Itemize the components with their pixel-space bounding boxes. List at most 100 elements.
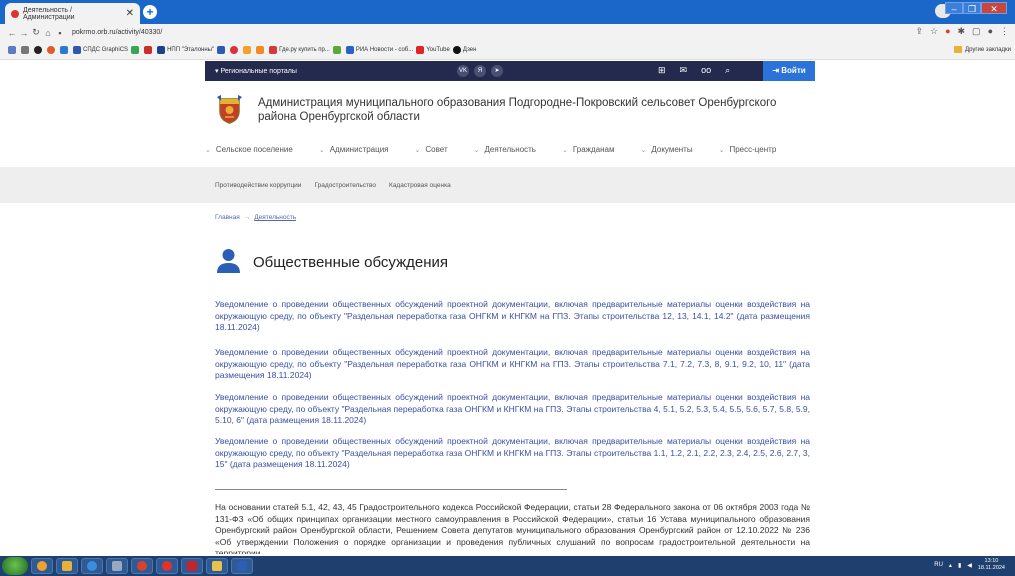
notice-link[interactable]: Уведомление о проведении общественных об… — [215, 436, 810, 471]
bookmark[interactable]: РИА Новости - соб... — [345, 46, 413, 54]
sidebar-icon[interactable]: ▢ — [972, 26, 981, 37]
bookmark[interactable] — [34, 46, 44, 54]
taskbar-ie-icon[interactable] — [81, 558, 103, 574]
nav-item-administration[interactable]: ⌄ Администрация — [319, 145, 389, 154]
nav-item-activity[interactable]: ⌄ Деятельность — [474, 145, 536, 154]
org-title[interactable]: Администрация муниципального образования… — [258, 96, 798, 124]
breadcrumb-home[interactable]: Главная — [215, 214, 240, 221]
taskbar-yandex-icon[interactable] — [156, 558, 178, 574]
bookmark[interactable]: Где.ру купить пр... — [269, 46, 330, 54]
telegram-icon[interactable]: ➤ — [491, 65, 503, 77]
bookmark-icon — [269, 46, 278, 54]
reload-icon[interactable]: ↻ — [30, 27, 42, 38]
bookmarks-bar: СПДС GraphiCS НПП "Эталонны" Где.ру купи… — [0, 41, 1015, 60]
clock[interactable]: 13:10 18.11.2024 — [978, 558, 1005, 572]
bookmark-icon — [8, 46, 16, 54]
mail-icon[interactable]: ✉ — [680, 65, 688, 76]
chevron-down-icon: ⌄ — [205, 147, 211, 154]
window-controls: – ❐ ✕ — [945, 2, 1007, 14]
taskbar-chrome-icon[interactable] — [131, 558, 153, 574]
chevron-down-icon: ⌄ — [640, 147, 647, 154]
bookmark-icon — [131, 46, 140, 54]
chevron-down-icon: ⌄ — [473, 147, 480, 154]
tray-arrow-icon[interactable]: ▴ — [949, 562, 952, 569]
taskbar — [0, 556, 1015, 576]
taskbar-media-icon[interactable] — [31, 558, 53, 574]
extension-icon[interactable]: ● — [945, 26, 950, 37]
bookmark-icon — [60, 46, 68, 54]
puzzle-icon[interactable]: ✱ — [958, 26, 966, 37]
subnav-anticorruption[interactable]: Противодействие коррупции — [215, 182, 301, 189]
url-input[interactable]: pokrmo.orb.ru/activity/40330/ — [72, 29, 162, 36]
close-window-button[interactable]: ✕ — [981, 2, 1007, 14]
bookmark[interactable]: СПДС GraphiCS — [73, 46, 128, 54]
breadcrumb-current[interactable]: Деятельность — [254, 214, 296, 221]
maximize-button[interactable]: ❐ — [963, 2, 981, 14]
bookmark[interactable] — [332, 46, 343, 54]
bookmark[interactable] — [217, 46, 227, 54]
regional-portals-dropdown[interactable]: ▾ Региональные порталы — [215, 67, 297, 75]
yandex-icon[interactable]: Я — [474, 65, 486, 77]
bookmark-icon — [256, 46, 265, 54]
bookmark-icon — [345, 46, 354, 54]
taskbar-folder-icon[interactable] — [56, 558, 78, 574]
bookmark[interactable] — [243, 46, 253, 54]
sub-nav: Противодействие коррупции Градостроитель… — [215, 182, 451, 189]
taskbar-pdf-icon[interactable] — [181, 558, 203, 574]
notice-link[interactable]: Уведомление о проведении общественных об… — [215, 299, 810, 334]
nav-item-rural-settlement[interactable]: ⌄ Сельское поселение — [205, 145, 293, 154]
bookmark[interactable] — [21, 46, 31, 54]
bookmark[interactable] — [144, 46, 154, 54]
search-icon[interactable]: ⌕ — [725, 65, 730, 76]
vk-icon[interactable]: VK — [457, 65, 469, 77]
star-icon[interactable]: ☆ — [930, 26, 938, 37]
chevron-down-icon: ▾ — [215, 68, 219, 75]
subnav-urban-planning[interactable]: Градостроительство — [314, 182, 376, 189]
bookmark[interactable] — [47, 46, 57, 54]
bookmark-icon — [243, 46, 252, 54]
accessibility-icon[interactable]: oo — [701, 65, 711, 76]
divider — [215, 489, 567, 490]
login-button[interactable]: ⇥ Войти — [763, 61, 815, 81]
taskbar-word-icon[interactable] — [231, 558, 253, 574]
bookmark[interactable]: YouTube — [416, 46, 450, 54]
browser-tab[interactable]: Деятельность / Администрации ✕ — [5, 3, 140, 24]
menu-icon[interactable]: ⋮ — [1000, 26, 1009, 37]
nav-item-council[interactable]: ⌄ Совет — [415, 145, 448, 154]
account-icon[interactable]: ● — [988, 26, 993, 37]
coat-of-arms-icon[interactable] — [217, 95, 242, 124]
user-icon — [217, 249, 240, 273]
bookmark[interactable]: НПП "Эталонны" — [157, 46, 214, 54]
notice-link[interactable]: Уведомление о проведении общественных об… — [215, 347, 810, 382]
close-tab-icon[interactable]: ✕ — [126, 8, 134, 19]
other-bookmarks[interactable]: Другие закладки — [954, 46, 1011, 53]
bookmark-icon — [157, 46, 166, 54]
nav-item-press-center[interactable]: ⌄ Пресс-центр — [719, 145, 777, 154]
back-icon[interactable]: ← — [6, 28, 18, 38]
home-icon[interactable]: ⌂ — [42, 28, 54, 38]
dzen-icon — [452, 46, 461, 54]
bookmark-icon — [144, 46, 153, 54]
notice-link[interactable]: Уведомление о проведении общественных об… — [215, 392, 810, 427]
nav-item-documents[interactable]: ⌄ Документы — [640, 145, 692, 154]
network-icon[interactable]: ▮ — [958, 562, 961, 569]
bookmark[interactable]: Дзен — [452, 46, 476, 54]
bookmark[interactable] — [230, 46, 240, 54]
bookmark[interactable] — [8, 46, 18, 54]
bookmark[interactable] — [131, 46, 141, 54]
minimize-button[interactable]: – — [945, 2, 963, 14]
bookmark[interactable] — [256, 46, 266, 54]
subnav-cadastral[interactable]: Кадастровая оценка — [389, 182, 451, 189]
share-icon[interactable]: ⇪ — [915, 26, 923, 37]
bookmark[interactable] — [60, 46, 70, 54]
forward-icon[interactable]: → — [18, 28, 30, 38]
taskbar-app-icon[interactable] — [106, 558, 128, 574]
lock-icon: ▪ — [58, 27, 62, 38]
taskbar-explorer-icon[interactable] — [206, 558, 228, 574]
nav-item-citizens[interactable]: ⌄ Гражданам — [562, 145, 615, 154]
language-indicator[interactable]: RU — [934, 562, 943, 568]
new-tab-button[interactable]: + — [143, 5, 157, 19]
start-button[interactable] — [2, 557, 28, 575]
sitemap-icon[interactable]: ⊞ — [658, 65, 666, 76]
volume-icon[interactable]: ◀ — [967, 562, 972, 569]
